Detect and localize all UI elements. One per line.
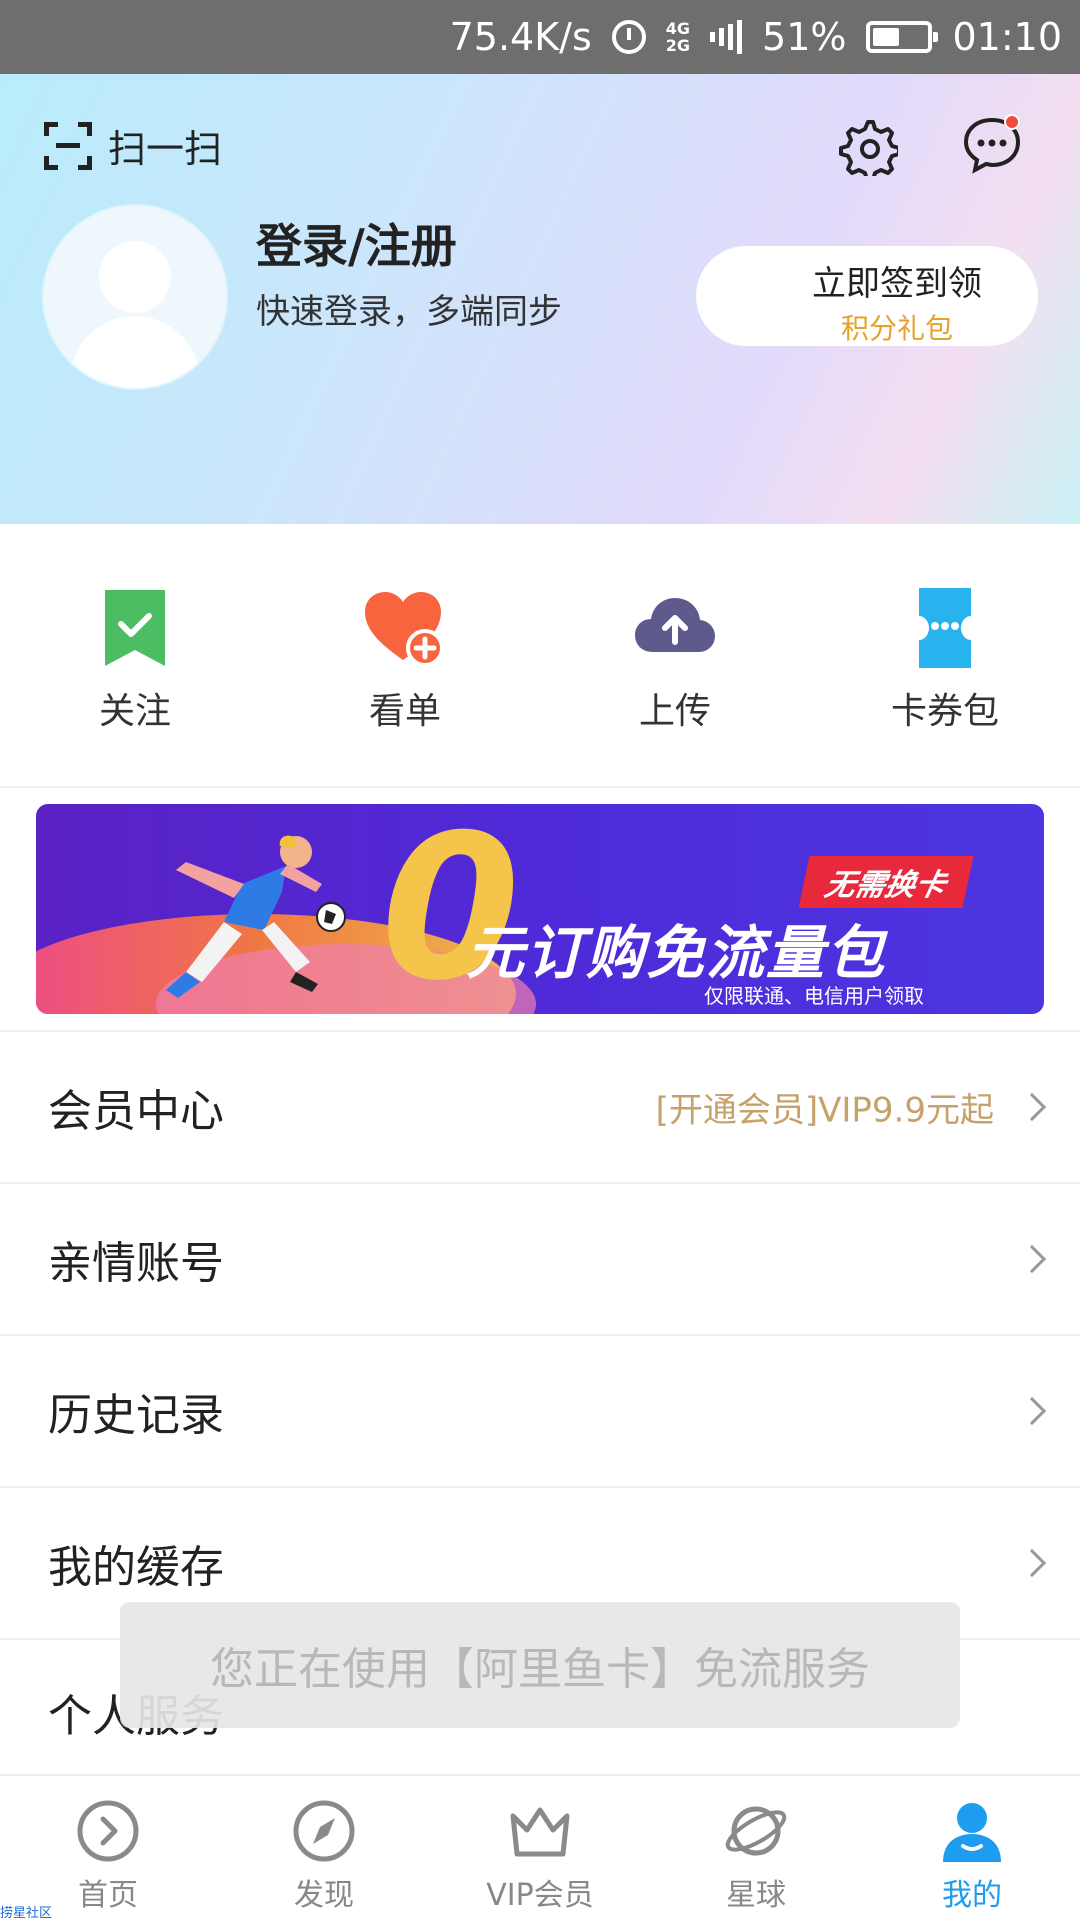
menu-item-family-account[interactable]: 亲情账号	[0, 1184, 1080, 1336]
user-icon	[943, 1803, 1001, 1862]
menu-item-label: 亲情账号	[48, 1238, 224, 1289]
message-button[interactable]	[962, 114, 1022, 174]
battery-percent: 51%	[762, 15, 847, 59]
crown-icon	[510, 1807, 570, 1857]
play-circle-icon	[77, 1800, 139, 1862]
chevron-right-icon	[1017, 1548, 1047, 1578]
nav-discover[interactable]: 发现	[216, 1776, 432, 1920]
network-speed: 75.4K/s	[449, 15, 592, 59]
scan-label: 扫一扫	[108, 127, 223, 171]
planet-icon	[725, 1806, 787, 1856]
quick-action-label: 卡券包	[890, 691, 999, 732]
menu-item-label: 会员中心	[48, 1086, 224, 1137]
banner-fine-print: 仅限联通、电信用户领取	[704, 984, 924, 1008]
nav-label: 星球	[726, 1878, 786, 1913]
profile-header: 扫一扫 登录/注册 快速登录，多端同步 立即签到领 积分礼包	[0, 74, 1080, 524]
soccer-player-illustration	[166, 835, 346, 998]
promo-banner[interactable]: 0 无需换卡 元订购免流量包 仅限联通、电信用户领取	[36, 804, 1044, 1014]
network-type-icon: 4G 2G	[666, 20, 690, 54]
compass-icon	[293, 1800, 355, 1862]
checkin-label: 立即签到领	[812, 264, 982, 304]
menu-item-label: 历史记录	[48, 1390, 224, 1441]
nav-label: 发现	[294, 1878, 354, 1913]
network-type-top: 4G	[665, 19, 691, 38]
quick-action-label: 上传	[638, 691, 711, 732]
menu-item-vip-center[interactable]: 会员中心 [开通会员]VIP9.9元起	[0, 1032, 1080, 1184]
banner-headline: 元订购免流量包	[466, 919, 887, 987]
quick-action-watchlist[interactable]: 看单	[270, 524, 540, 786]
quick-action-follow[interactable]: 关注	[0, 524, 270, 786]
menu-item-label: 我的缓存	[48, 1542, 224, 1593]
menu-item-history[interactable]: 历史记录	[0, 1336, 1080, 1488]
checkin-reward: 积分礼包	[840, 312, 953, 345]
quick-actions: 关注 看单 上传 卡券包	[0, 524, 1080, 786]
signal-icon	[710, 20, 743, 54]
nav-label: 我的	[942, 1878, 1002, 1913]
nav-home[interactable]: 首页	[0, 1776, 216, 1920]
banner-tag: 无需换卡	[798, 856, 974, 908]
battery-icon	[866, 21, 939, 53]
clock: 01:10	[952, 15, 1062, 59]
section-divider	[0, 786, 1080, 788]
scan-icon	[44, 121, 92, 170]
chevron-right-icon	[1017, 1396, 1047, 1426]
login-subtitle: 快速登录，多端同步	[256, 292, 562, 332]
alarm-icon	[611, 20, 646, 54]
nav-planet[interactable]: 星球	[648, 1776, 864, 1920]
status-bar: 75.4K/s 4G 2G 51% 01:10	[0, 0, 1080, 74]
quick-action-upload[interactable]: 上传	[540, 524, 810, 786]
ticket-icon	[919, 588, 971, 668]
checkin-button[interactable]: 立即签到领 积分礼包	[696, 246, 1038, 346]
nav-vip[interactable]: VIP会员	[432, 1776, 648, 1920]
nav-mine[interactable]: 我的	[864, 1776, 1080, 1920]
bottom-nav: 首页 发现 VIP会员 星球 我的	[0, 1774, 1080, 1920]
toast-message: 您正在使用【阿里鱼卡】免流服务	[120, 1602, 960, 1728]
heart-plus-icon	[365, 592, 444, 667]
quick-action-coupons[interactable]: 卡券包	[810, 524, 1080, 786]
bookmark-check-icon	[105, 590, 165, 666]
scan-button[interactable]: 扫一扫	[44, 118, 222, 173]
login-register-link[interactable]: 登录/注册	[256, 210, 457, 276]
cloud-upload-icon	[635, 598, 715, 652]
unread-badge	[1004, 114, 1020, 130]
watermark: 捞星社区	[0, 1906, 53, 1920]
chevron-right-icon	[1017, 1244, 1047, 1274]
vip-promo-text: [开通会员]VIP9.9元起	[655, 1090, 994, 1131]
quick-action-label: 关注	[98, 691, 171, 732]
avatar[interactable]	[44, 206, 226, 388]
network-type-bottom: 2G	[665, 36, 691, 55]
nav-label: VIP会员	[486, 1878, 594, 1913]
quick-action-label: 看单	[368, 691, 441, 732]
chevron-right-icon	[1017, 1092, 1047, 1122]
gear-icon[interactable]	[838, 116, 898, 176]
